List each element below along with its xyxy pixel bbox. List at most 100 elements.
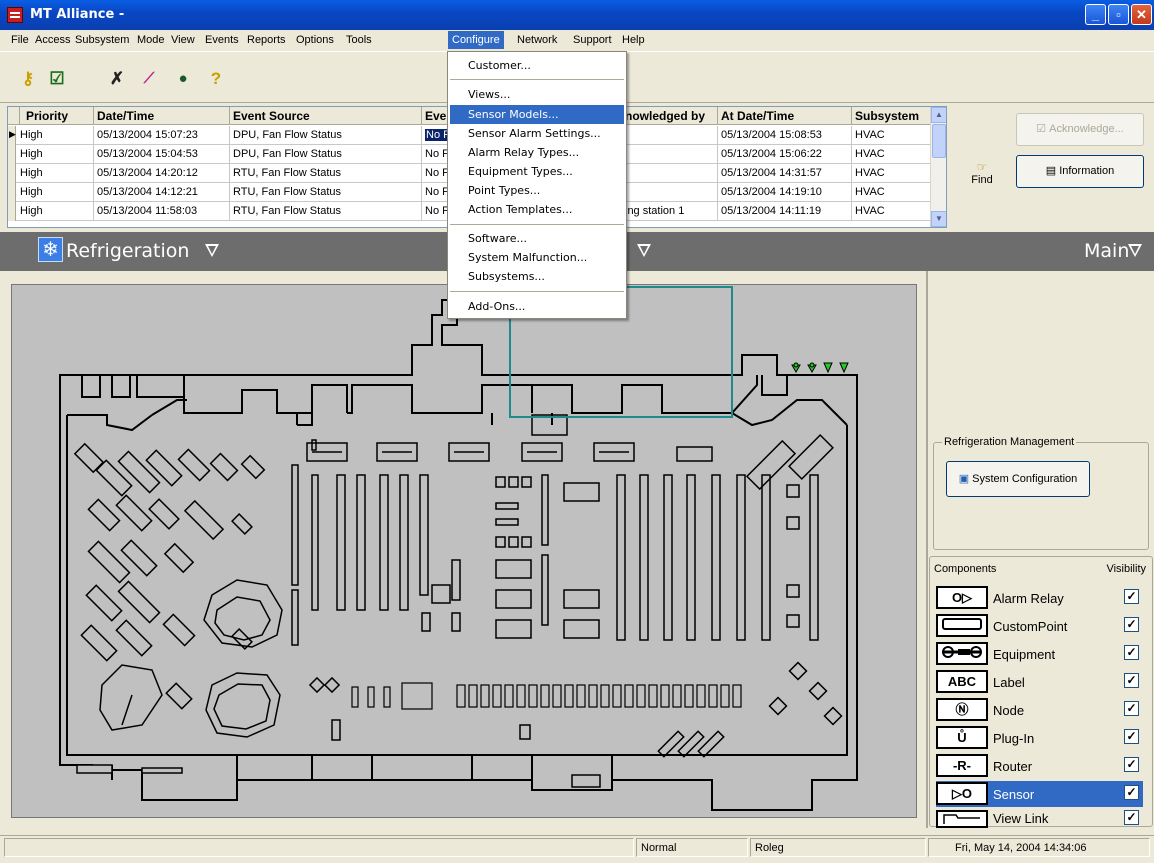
find-button[interactable]: ☞ Find [962,160,1002,186]
component-row-custompoint[interactable]: CustomPoint ✓ [936,613,1143,639]
event-grid-scrollbar[interactable]: ▲ ▼ [930,107,946,227]
menu-events[interactable]: Events [205,34,239,46]
visibility-checkbox[interactable]: ✓ [1124,810,1139,825]
right-side-panel: Refrigeration Management ▣ System Configu… [929,271,1154,828]
status-user: Roleg [750,838,926,857]
refrigeration-management-group: Refrigeration Management ▣ System Configu… [933,436,1149,550]
menu-subsystem[interactable]: Subsystem [75,34,129,46]
cell-subsystem: HVAC [852,183,932,202]
globe-icon[interactable]: ● [172,68,194,90]
close-button[interactable]: ✕ [1131,4,1152,25]
component-label: Sensor [993,787,1035,802]
column-acknowledged-by[interactable]: nowledged by [622,107,718,125]
app-window: MT Alliance - _ ▫ ✕ File Access Subsyste… [0,0,1154,863]
component-row-sensor[interactable]: ▷O Sensor ✓ [936,781,1143,807]
center-view-dropdown-icon[interactable] [637,244,651,257]
label-icon: ABC [936,670,988,693]
menu-item-add-ons[interactable]: Add-Ons... [450,297,624,316]
menu-access[interactable]: Access [35,34,70,46]
menu-help[interactable]: Help [622,34,645,46]
column-event-source[interactable]: Event Source [230,107,422,125]
component-row-alarm-relay[interactable]: O▷ Alarm Relay ✓ [936,585,1143,611]
acknowledge-label: Acknowledge... [1049,123,1124,135]
component-label: Router [993,759,1033,774]
menu-item-subsystems[interactable]: Subsystems... [450,267,624,286]
title-bar[interactable]: MT Alliance - _ ▫ ✕ [0,0,1154,30]
column-priority[interactable]: Priority [20,107,94,125]
visibility-checkbox[interactable]: ✓ [1124,589,1139,604]
aisle-shelves [291,439,819,646]
menu-item-views[interactable]: Views... [450,85,624,104]
menu-network[interactable]: Network [517,34,557,46]
maximize-button[interactable]: ▫ [1108,4,1129,25]
menu-view[interactable]: View [171,34,195,46]
alarm-relay-icon: O▷ [936,586,988,609]
app-icon[interactable] [7,7,23,23]
system-configuration-label: System Configuration [972,473,1078,485]
component-row-label[interactable]: ABC Label ✓ [936,669,1143,695]
menu-tools[interactable]: Tools [346,34,372,46]
component-row-equipment[interactable]: Equipment ✓ [936,641,1143,667]
configure-menu[interactable]: Customer... Views... Sensor Models... Se… [447,51,627,319]
menu-item-action-templates[interactable]: Action Templates... [450,200,624,219]
menu-configure[interactable]: Configure [448,31,504,49]
cross-icon[interactable]: ✗ [106,68,128,90]
information-button[interactable]: ▤ Information [1016,155,1144,188]
menu-item-sensor-alarm-settings[interactable]: Sensor Alarm Settings... [450,124,624,143]
row-marker [8,145,16,164]
system-configuration-button[interactable]: ▣ System Configuration [946,461,1090,497]
cell-subsystem: HVAC [852,164,932,183]
menu-item-equipment-types[interactable]: Equipment Types... [450,162,624,181]
cell-source: DPU, Fan Flow Status [230,126,422,145]
menu-options[interactable]: Options [296,34,334,46]
column-subsystem[interactable]: Subsystem [852,107,932,125]
visibility-checkbox[interactable]: ✓ [1124,645,1139,660]
menu-file[interactable]: File [11,34,29,46]
component-row-plug-in[interactable]: Ů Plug-In ✓ [936,725,1143,751]
right-view-dropdown-icon[interactable] [1128,244,1142,257]
column-datetime[interactable]: Date/Time [94,107,230,125]
computer-network-icon: ▣ [958,473,970,485]
menu-item-alarm-relay-types[interactable]: Alarm Relay Types... [450,143,624,162]
minimize-button[interactable]: _ [1085,4,1106,25]
component-row-node[interactable]: Ⓝ Node ✓ [936,697,1143,723]
cell-source: RTU, Fan Flow Status [230,164,422,183]
visibility-checkbox[interactable]: ✓ [1124,673,1139,688]
help-icon[interactable]: ? [205,68,227,90]
status-panel-main [4,838,634,857]
left-view-dropdown-icon[interactable] [205,244,219,257]
menu-item-point-types[interactable]: Point Types... [450,181,624,200]
right-view-selector[interactable]: Main [1084,240,1129,262]
menu-reports[interactable]: Reports [247,34,286,46]
cell-priority: High [17,183,94,202]
visibility-checkbox[interactable]: ✓ [1124,617,1139,632]
visibility-checkbox[interactable]: ✓ [1124,729,1139,744]
node-icon: Ⓝ [936,698,988,721]
visibility-checkbox[interactable]: ✓ [1124,701,1139,716]
cell-ack-by [622,126,718,145]
visibility-checkbox[interactable]: ✓ [1124,757,1139,772]
menu-item-customer[interactable]: Customer... [450,56,624,75]
component-row-view-link[interactable]: View Link ✓ [936,809,1143,828]
menu-item-software[interactable]: Software... [450,229,624,248]
visibility-checkbox[interactable]: ✓ [1124,785,1139,800]
menu-support[interactable]: Support [573,34,612,46]
scroll-up-arrow-icon[interactable]: ▲ [931,107,946,123]
left-view-selector[interactable]: Refrigeration [66,240,189,262]
status-datetime: Fri, May 14, 2004 14:34:06 [928,838,1150,857]
trend-chart-icon[interactable]: ⟋ [138,68,160,90]
cell-source: RTU, Fan Flow Status [230,202,422,221]
scroll-down-arrow-icon[interactable]: ▼ [931,211,946,227]
floor-plan-canvas[interactable] [11,284,917,818]
acknowledge-button[interactable]: ☑ Acknowledge... [1016,113,1144,146]
key-icon[interactable]: ⚷ [17,68,39,90]
cell-priority: High [17,126,94,145]
scroll-thumb[interactable] [932,124,946,158]
menu-item-sensor-models[interactable]: Sensor Models... [450,105,624,124]
checkmark-icon[interactable]: ☑ [46,68,68,90]
column-at-datetime[interactable]: At Date/Time [718,107,852,125]
component-row-router[interactable]: -R- Router ✓ [936,753,1143,779]
menu-item-system-malfunction[interactable]: System Malfunction... [450,248,624,267]
cell-subsystem: HVAC [852,145,932,164]
menu-mode[interactable]: Mode [137,34,165,46]
